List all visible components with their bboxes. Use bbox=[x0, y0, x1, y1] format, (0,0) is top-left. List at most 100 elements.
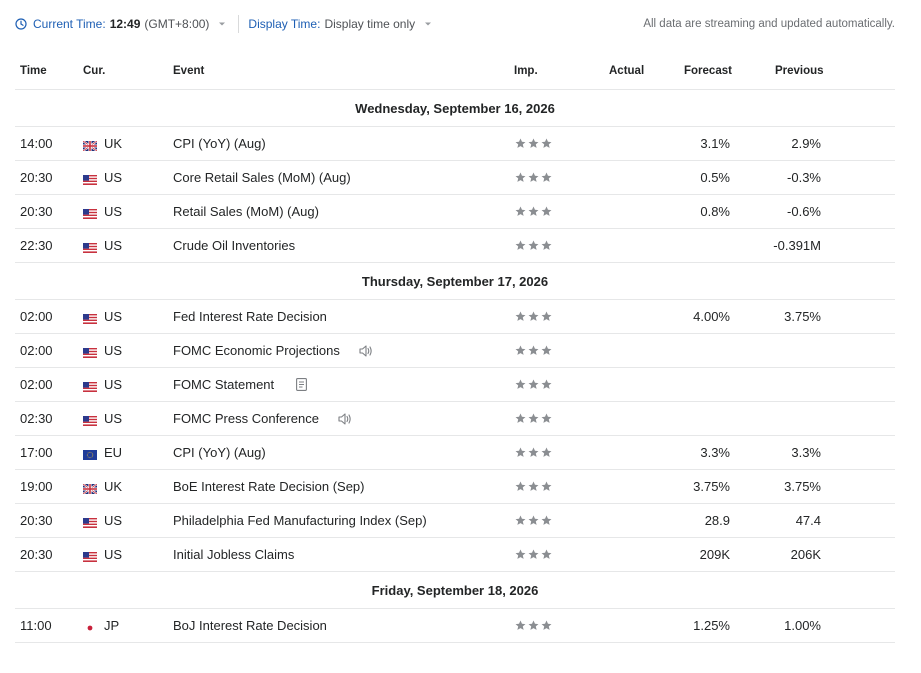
event-time: 20:30 bbox=[20, 204, 53, 219]
table-row[interactable]: 17:00 EU CPI (YoY) (Aug) 3.3% 3.3% bbox=[15, 436, 895, 470]
us-flag-icon bbox=[83, 173, 97, 185]
display-time-value: Display time only bbox=[324, 17, 416, 31]
event-previous: 3.75% bbox=[784, 309, 821, 324]
importance-star-icon bbox=[528, 138, 539, 148]
importance-star-icon bbox=[515, 413, 526, 423]
event-currency: US bbox=[83, 504, 122, 537]
event-time: 02:00 bbox=[20, 343, 53, 358]
event-name[interactable]: BoE Interest Rate Decision (Sep) bbox=[173, 479, 364, 494]
currency-code: JP bbox=[104, 618, 120, 633]
event-name-cell: Initial Jobless Claims bbox=[173, 538, 294, 571]
importance-star-icon bbox=[541, 549, 552, 559]
event-previous: -0.6% bbox=[787, 204, 821, 219]
importance-star-icon bbox=[515, 206, 526, 216]
currency-code: US bbox=[104, 377, 123, 392]
currency-code: US bbox=[104, 513, 123, 528]
column-header-currency: Cur. bbox=[83, 65, 106, 77]
event-name[interactable]: FOMC Press Conference bbox=[173, 411, 319, 426]
document-icon[interactable] bbox=[296, 378, 308, 391]
event-name[interactable]: CPI (YoY) (Aug) bbox=[173, 136, 266, 151]
importance-star-icon bbox=[515, 138, 526, 148]
currency-code: US bbox=[104, 204, 123, 219]
table-row[interactable]: 20:30 US Retail Sales (MoM) (Aug) 0.8% -0.6% bbox=[15, 195, 895, 229]
event-currency: US bbox=[83, 368, 122, 401]
event-previous: 3.3% bbox=[791, 445, 821, 460]
event-time: 02:00 bbox=[20, 309, 53, 324]
current-time-selector[interactable]: Current Time: 12:49 (GMT+8:00) bbox=[15, 17, 226, 31]
table-row[interactable]: 19:00 UK BoE Interest Rate Decision (Sep) 3… bbox=[15, 470, 895, 504]
us-flag-icon bbox=[83, 516, 97, 528]
importance-star-icon bbox=[541, 138, 552, 148]
event-name[interactable]: Retail Sales (MoM) (Aug) bbox=[173, 204, 319, 219]
event-currency: US bbox=[83, 300, 122, 333]
event-importance bbox=[515, 229, 554, 262]
speaker-icon[interactable] bbox=[337, 412, 352, 426]
us-flag-icon bbox=[83, 312, 97, 324]
event-name-cell: BoJ Interest Rate Decision bbox=[173, 609, 327, 642]
table-row[interactable]: 22:30 US Crude Oil Inventories -0.391M bbox=[15, 229, 895, 263]
event-name[interactable]: CPI (YoY) (Aug) bbox=[173, 445, 266, 460]
currency-code: US bbox=[104, 238, 123, 253]
event-time: 14:00 bbox=[20, 136, 53, 151]
table-row[interactable]: 20:30 US Core Retail Sales (MoM) (Aug) 0.5%… bbox=[15, 161, 895, 195]
table-row[interactable]: 20:30 US Philadelphia Fed Manufacturing In… bbox=[15, 504, 895, 538]
currency-code: UK bbox=[104, 136, 123, 151]
event-forecast: 0.5% bbox=[700, 170, 730, 185]
event-name[interactable]: Fed Interest Rate Decision bbox=[173, 309, 327, 324]
table-header: Time Cur. Event Imp. Actual Forecast Pre… bbox=[15, 57, 895, 90]
speaker-icon[interactable] bbox=[358, 344, 373, 358]
display-time-selector[interactable]: Display Time: Display time only bbox=[248, 17, 432, 31]
table-row[interactable]: 11:00 JP BoJ Interest Rate Decision 1.25% 1.… bbox=[15, 609, 895, 643]
event-name[interactable]: Crude Oil Inventories bbox=[173, 238, 295, 253]
event-previous: 2.9% bbox=[791, 136, 821, 151]
event-importance bbox=[515, 127, 554, 160]
table-row[interactable]: 20:30 US Initial Jobless Claims 209K 206K bbox=[15, 538, 895, 572]
importance-star-icon bbox=[528, 379, 539, 389]
event-time: 20:30 bbox=[20, 513, 53, 528]
timezone-label: (GMT+8:00) bbox=[144, 17, 210, 31]
event-name[interactable]: Initial Jobless Claims bbox=[173, 547, 294, 562]
event-time: 11:00 bbox=[20, 618, 52, 633]
importance-star-icon bbox=[541, 620, 552, 630]
importance-star-icon bbox=[528, 206, 539, 216]
us-flag-icon bbox=[83, 414, 97, 426]
column-header-actual: Actual bbox=[609, 65, 645, 77]
event-previous: 47.4 bbox=[795, 513, 821, 528]
uk-flag-icon bbox=[82, 139, 98, 152]
event-importance bbox=[515, 609, 554, 642]
event-forecast: 209K bbox=[699, 547, 730, 562]
importance-star-icon bbox=[541, 172, 552, 182]
event-name[interactable]: FOMC Economic Projections bbox=[173, 343, 340, 358]
event-importance bbox=[515, 368, 554, 401]
importance-star-icon bbox=[515, 549, 526, 559]
column-header-event: Event bbox=[173, 65, 205, 77]
importance-star-icon bbox=[528, 481, 539, 491]
event-importance bbox=[515, 436, 554, 469]
event-name[interactable]: FOMC Statement bbox=[173, 377, 274, 392]
event-importance bbox=[515, 470, 554, 503]
us-flag-icon bbox=[83, 550, 97, 562]
event-name[interactable]: Core Retail Sales (MoM) (Aug) bbox=[173, 170, 351, 185]
event-time: 02:00 bbox=[20, 377, 53, 392]
day-header: Thursday, September 17, 2026 bbox=[15, 263, 895, 300]
table-row[interactable]: 02:00 US FOMC Economic Projections bbox=[15, 334, 895, 368]
display-time-label: Display Time: bbox=[248, 17, 321, 31]
importance-star-icon bbox=[515, 447, 526, 457]
event-name[interactable]: Philadelphia Fed Manufacturing Index (Se… bbox=[173, 513, 427, 528]
table-row[interactable]: 02:00 US Fed Interest Rate Decision 4.00% 3.… bbox=[15, 300, 895, 334]
event-currency: US bbox=[83, 538, 122, 571]
importance-star-icon bbox=[541, 240, 552, 250]
table-row[interactable]: 14:00 UK CPI (YoY) (Aug) 3.1% 2.9% bbox=[15, 127, 895, 161]
importance-star-icon bbox=[515, 481, 526, 491]
importance-star-icon bbox=[541, 311, 552, 321]
table-row[interactable]: 02:30 US FOMC Press Conference bbox=[15, 402, 895, 436]
event-previous: -0.391M bbox=[773, 238, 821, 253]
event-name[interactable]: BoJ Interest Rate Decision bbox=[173, 618, 327, 633]
importance-star-icon bbox=[541, 379, 552, 389]
us-flag-icon bbox=[83, 207, 97, 219]
importance-star-icon bbox=[541, 515, 552, 525]
us-flag-icon bbox=[83, 241, 97, 253]
table-row[interactable]: 02:00 US FOMC Statement bbox=[15, 368, 895, 402]
column-header-forecast: Forecast bbox=[684, 65, 732, 77]
event-previous: -0.3% bbox=[787, 170, 821, 185]
